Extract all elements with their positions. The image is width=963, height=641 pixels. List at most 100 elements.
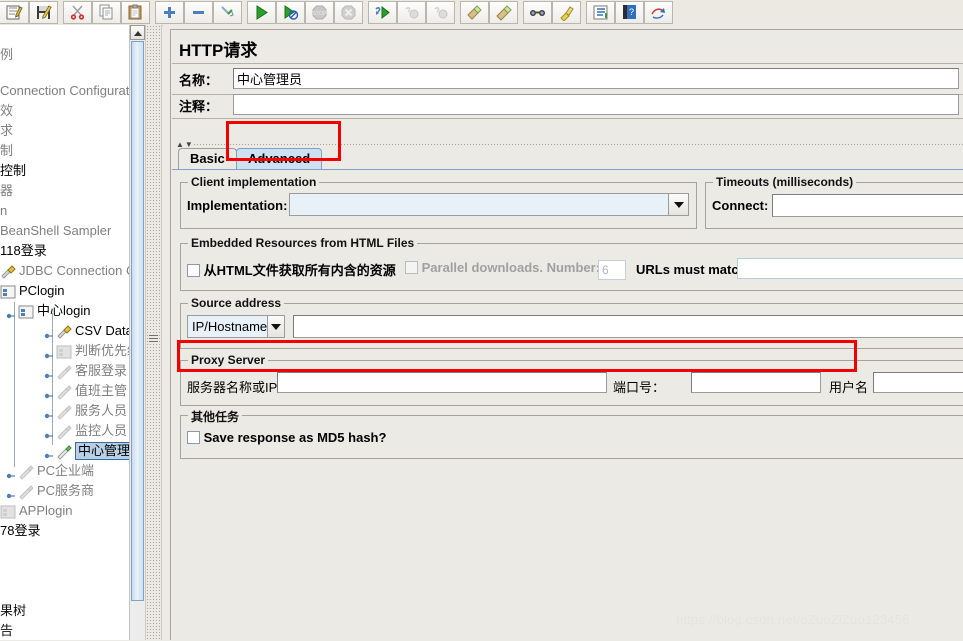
chevron-down-icon[interactable] (668, 194, 688, 215)
md5-hash-label: Save response as MD5 hash? (203, 430, 387, 445)
comment-input[interactable] (233, 94, 959, 115)
urls-must-match-input[interactable] (737, 258, 963, 279)
search-icon[interactable] (523, 1, 552, 24)
tree-item[interactable]: n (0, 201, 7, 221)
test-plan-tree[interactable]: 例 Connection Configuration 效求制控制器n BeanShel… (0, 25, 129, 640)
sampler-icon (18, 464, 34, 480)
tree-item[interactable]: 118登录 (0, 241, 47, 261)
tree-item[interactable]: APPlogin (0, 501, 72, 521)
undo-redo-icon[interactable] (644, 1, 673, 24)
scrollbar-thumb[interactable] (131, 41, 144, 601)
page-title: HTTP请求 (179, 41, 258, 60)
tree-item[interactable]: 制 (0, 141, 13, 161)
tree-item[interactable]: PClogin (0, 281, 65, 301)
tree-item[interactable]: 器 (0, 181, 13, 201)
tree-item[interactable]: 服务人员 (44, 401, 127, 421)
cut-icon[interactable] (63, 1, 92, 24)
proxy-host-label: 服务器名称或IP: (187, 380, 281, 395)
stop-icon: STOP (305, 1, 334, 24)
remote-stop-icon (397, 1, 426, 24)
tree-item[interactable]: CSV Data Set (44, 321, 129, 341)
name-input[interactable] (233, 68, 959, 89)
config-element-icon (56, 324, 72, 340)
tree-item-label: 判断优先级 (75, 343, 129, 358)
function-helper-icon[interactable] (586, 1, 615, 24)
start-icon[interactable] (247, 1, 276, 24)
tree-item[interactable]: 求 (0, 121, 13, 141)
other-tasks-group: 其他任务 Save response as MD5 hash? (180, 408, 963, 459)
scroll-up-arrow-icon[interactable] (130, 25, 145, 40)
paste-icon[interactable] (121, 1, 150, 24)
tree-item[interactable]: PC服务商 (6, 481, 94, 501)
connect-timeout-input[interactable] (772, 194, 963, 217)
tree-item[interactable]: 客服登录 (44, 361, 127, 381)
client-implementation-group: Client implementation Implementation: (180, 175, 697, 229)
tree-item[interactable]: 告 (0, 620, 13, 639)
source-address-input[interactable] (293, 315, 963, 338)
parallel-downloads-checkbox[interactable]: Parallel downloads. Number: (405, 260, 600, 275)
tab-basic[interactable]: Basic (178, 148, 237, 169)
source-address-type-combobox[interactable]: IP/Hostname (187, 315, 285, 338)
chevron-down-icon[interactable] (267, 316, 284, 337)
template-icon[interactable] (0, 1, 29, 24)
splitter-grip-icon (149, 335, 158, 342)
tree-item[interactable]: Connection Configuration (0, 81, 129, 101)
tree-item[interactable]: 例 (0, 45, 13, 65)
svg-text:STOP: STOP (312, 11, 327, 17)
proxy-host-input[interactable] (277, 372, 607, 393)
svg-text:?: ? (629, 7, 634, 17)
tab-advanced[interactable]: Advanced (236, 148, 323, 169)
tree-item[interactable]: 控制 (0, 161, 26, 181)
help-icon[interactable]: ? (615, 1, 644, 24)
tree-item[interactable]: BeanShell Sampler (0, 221, 111, 241)
save-icon[interactable] (29, 1, 58, 24)
tree-item[interactable]: JDBC Connection Co (0, 261, 129, 281)
clear-icon[interactable] (460, 1, 489, 24)
copy-icon[interactable] (92, 1, 121, 24)
checkbox-box[interactable] (187, 264, 200, 277)
name-label: 名称： (179, 73, 219, 88)
tree-item-label-selected: 中心管理员 (75, 442, 129, 460)
panel-splitter[interactable] (145, 25, 162, 640)
tree-item[interactable]: 效 (0, 101, 13, 121)
tree-item-label: 器 (0, 183, 14, 198)
tree-item[interactable]: PC企业端 (6, 461, 94, 481)
tree-item[interactable]: 78登录 (0, 521, 40, 541)
reset-search-icon[interactable] (552, 1, 581, 24)
clear-all-icon[interactable] (489, 1, 518, 24)
implementation-combobox[interactable] (289, 193, 689, 216)
tree-item[interactable]: 中心管理员 (44, 441, 129, 461)
md5-hash-checkbox[interactable]: Save response as MD5 hash? (187, 430, 386, 445)
source-address-title: Source address (188, 296, 285, 310)
checkbox-box[interactable] (187, 431, 200, 444)
tree-connector (14, 302, 15, 467)
toolbar-group-remote (368, 1, 455, 24)
sampler-icon (18, 484, 34, 500)
checkbox-box[interactable] (405, 261, 418, 274)
tree-item-label: 效 (0, 103, 14, 118)
toolbar-group-file (0, 1, 58, 24)
remote-start-all-icon[interactable] (368, 1, 397, 24)
tree-item[interactable]: 判断优先级 (44, 341, 129, 361)
tree-item[interactable]: 监控人员 (44, 421, 127, 441)
tree-item-label: 例 (0, 47, 14, 62)
tree-item[interactable]: 果树 (0, 600, 26, 619)
tree-item[interactable]: 中心login (6, 301, 90, 321)
embedded-resources-group: Embedded Resources from HTML Files 从HTML… (180, 236, 963, 291)
implementation-label: Implementation: (187, 198, 288, 213)
start-no-pauses-icon[interactable] (276, 1, 305, 24)
retrieve-embedded-checkbox[interactable]: 从HTML文件获取所有内含的资源 (187, 260, 396, 279)
tree-item-label: 求 (0, 123, 14, 138)
tree-item-label: PC企业端 (37, 463, 95, 478)
tree-item[interactable]: 值班主管 (44, 381, 127, 401)
proxy-user-input[interactable] (873, 372, 963, 393)
expand-all-icon[interactable] (155, 1, 184, 24)
parallel-number-input[interactable] (598, 260, 626, 280)
collapse-all-icon[interactable] (184, 1, 213, 24)
toolbar-group-help: ? (586, 1, 673, 24)
toolbar-group-tree (155, 1, 242, 24)
tree-vertical-scrollbar[interactable] (129, 25, 145, 640)
proxy-port-input[interactable] (691, 372, 821, 393)
sampler-icon (56, 444, 72, 460)
toggle-icon[interactable] (213, 1, 242, 24)
